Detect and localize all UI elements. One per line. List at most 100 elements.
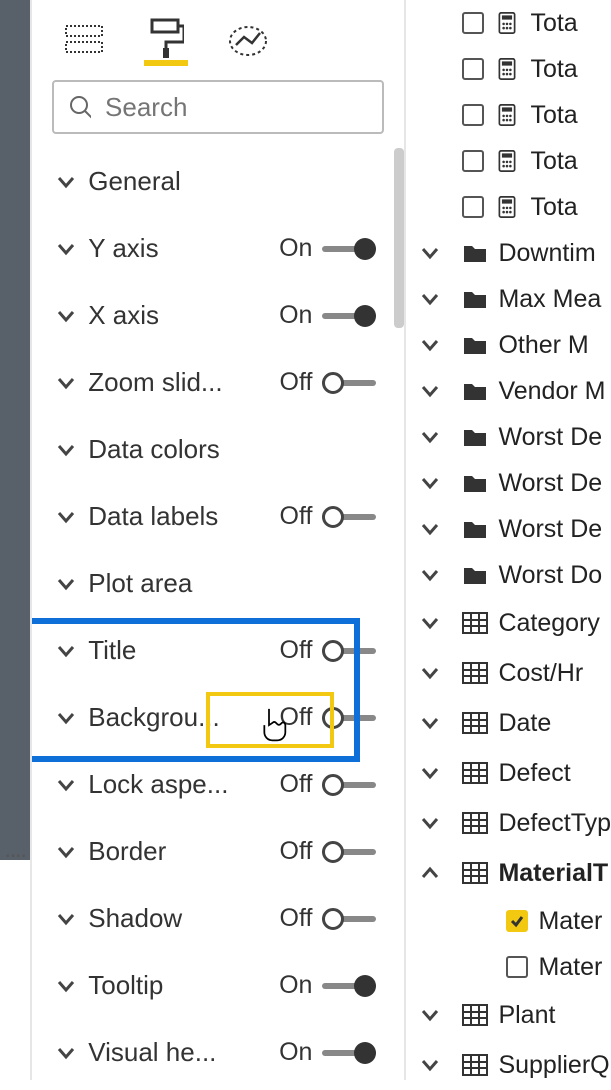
folder-icon	[462, 426, 488, 448]
table-item[interactable]: Cost/Hr	[406, 648, 611, 698]
table-item[interactable]: Plant	[406, 990, 611, 1040]
chevron-down-icon	[52, 979, 80, 993]
table-item[interactable]: Defect	[406, 748, 611, 798]
field-label: Defect	[498, 759, 570, 788]
measure-item[interactable]: Tota	[406, 92, 611, 138]
chevron-down-icon	[416, 716, 444, 730]
format-section-tooltip[interactable]: Tooltip On	[46, 952, 396, 1019]
table-icon	[462, 662, 488, 684]
toggle-state-label: On	[270, 301, 312, 330]
measure-item[interactable]: Tota	[406, 46, 611, 92]
format-section-plot-area[interactable]: Plot area	[46, 550, 396, 617]
paint-roller-icon	[148, 18, 184, 58]
toggle-switch[interactable]	[322, 640, 376, 662]
field-label: Worst De	[498, 469, 602, 498]
format-section-visual-he-[interactable]: Visual he... On	[46, 1019, 396, 1080]
table-column-item[interactable]: Mater	[406, 898, 611, 944]
table-item[interactable]: DefectTyp	[406, 798, 611, 848]
toggle-switch[interactable]	[322, 372, 376, 394]
folder-item[interactable]: Vendor M	[406, 368, 611, 414]
field-label: Max Mea	[498, 285, 601, 314]
search-box[interactable]	[52, 80, 384, 134]
folder-icon	[462, 288, 488, 310]
format-section-title[interactable]: Title Off	[46, 617, 396, 684]
toggle-wrap: On	[270, 1038, 376, 1067]
table-column-item[interactable]: Mater	[406, 944, 611, 990]
panel-tabs	[32, 0, 404, 70]
folder-item[interactable]: Other M	[406, 322, 611, 368]
folder-icon	[462, 242, 488, 264]
format-section-data-colors[interactable]: Data colors	[46, 416, 396, 483]
format-section-data-labels[interactable]: Data labels Off	[46, 483, 396, 550]
folder-item[interactable]: Max Mea	[406, 276, 611, 322]
chevron-down-icon	[52, 443, 80, 457]
measure-item[interactable]: Tota	[406, 184, 611, 230]
field-checkbox[interactable]	[506, 910, 528, 932]
folder-icon	[462, 334, 488, 356]
field-checkbox[interactable]	[462, 58, 484, 80]
field-checkbox[interactable]	[462, 12, 484, 34]
format-section-zoom-slid-[interactable]: Zoom slid... Off	[46, 349, 396, 416]
field-label: Worst De	[498, 515, 602, 544]
format-section-border[interactable]: Border Off	[46, 818, 396, 885]
field-checkbox[interactable]	[462, 150, 484, 172]
field-label: MaterialT	[498, 859, 608, 888]
folder-item[interactable]: Downtim	[406, 230, 611, 276]
folder-item[interactable]: Worst Do	[406, 552, 611, 598]
format-section-backgrou-[interactable]: Backgrou... Off	[46, 684, 396, 751]
field-label: Tota	[530, 9, 577, 38]
fields-panel: Tota Tota Tota Tota Tota Downtim Max Mea…	[406, 0, 611, 1080]
table-icon	[462, 812, 488, 834]
format-section-shadow[interactable]: Shadow Off	[46, 885, 396, 952]
table-item[interactable]: SupplierQ	[406, 1040, 611, 1090]
toggle-state-label: On	[270, 971, 312, 1000]
chevron-down-icon	[52, 778, 80, 792]
toggle-state-label: Off	[270, 904, 312, 933]
fields-tab[interactable]	[62, 16, 106, 66]
table-item[interactable]: MaterialT	[406, 848, 611, 898]
toggle-switch[interactable]	[322, 506, 376, 528]
format-tab[interactable]	[144, 16, 188, 66]
field-label: Tota	[530, 55, 577, 84]
toggle-switch[interactable]	[322, 707, 376, 729]
toggle-switch[interactable]	[322, 305, 376, 327]
section-label: Border	[88, 836, 238, 867]
format-section-general[interactable]: General	[46, 148, 396, 215]
search-input[interactable]	[105, 92, 368, 123]
search-container	[32, 70, 404, 148]
folder-item[interactable]: Worst De	[406, 506, 611, 552]
chevron-down-icon	[416, 816, 444, 830]
field-label: Date	[498, 709, 551, 738]
table-icon	[462, 762, 488, 784]
toggle-wrap: On	[270, 301, 376, 330]
chevron-down-icon	[416, 476, 444, 490]
toggle-switch[interactable]	[322, 975, 376, 997]
chevron-down-icon	[416, 522, 444, 536]
section-label: Y axis	[88, 233, 238, 264]
field-checkbox[interactable]	[462, 196, 484, 218]
format-section-lock-aspe-[interactable]: Lock aspe... Off	[46, 751, 396, 818]
field-checkbox[interactable]	[462, 104, 484, 126]
toggle-switch[interactable]	[322, 908, 376, 930]
measure-item[interactable]: Tota	[406, 0, 611, 46]
chevron-down-icon	[52, 242, 80, 256]
toggle-switch[interactable]	[322, 841, 376, 863]
field-label: Tota	[530, 147, 577, 176]
format-section-x-axis[interactable]: X axis On	[46, 282, 396, 349]
table-icon	[462, 712, 488, 734]
analytics-tab[interactable]	[226, 16, 270, 66]
toggle-switch[interactable]	[322, 238, 376, 260]
format-section-y-axis[interactable]: Y axis On	[46, 215, 396, 282]
calculator-icon	[494, 150, 520, 172]
chevron-down-icon	[416, 666, 444, 680]
folder-item[interactable]: Worst De	[406, 414, 611, 460]
table-item[interactable]: Category	[406, 598, 611, 648]
toggle-switch[interactable]	[322, 1042, 376, 1064]
toggle-switch[interactable]	[322, 774, 376, 796]
table-item[interactable]: Date	[406, 698, 611, 748]
field-checkbox[interactable]	[506, 956, 528, 978]
calculator-icon	[494, 104, 520, 126]
folder-item[interactable]: Worst De	[406, 460, 611, 506]
field-label: Tota	[530, 193, 577, 222]
measure-item[interactable]: Tota	[406, 138, 611, 184]
